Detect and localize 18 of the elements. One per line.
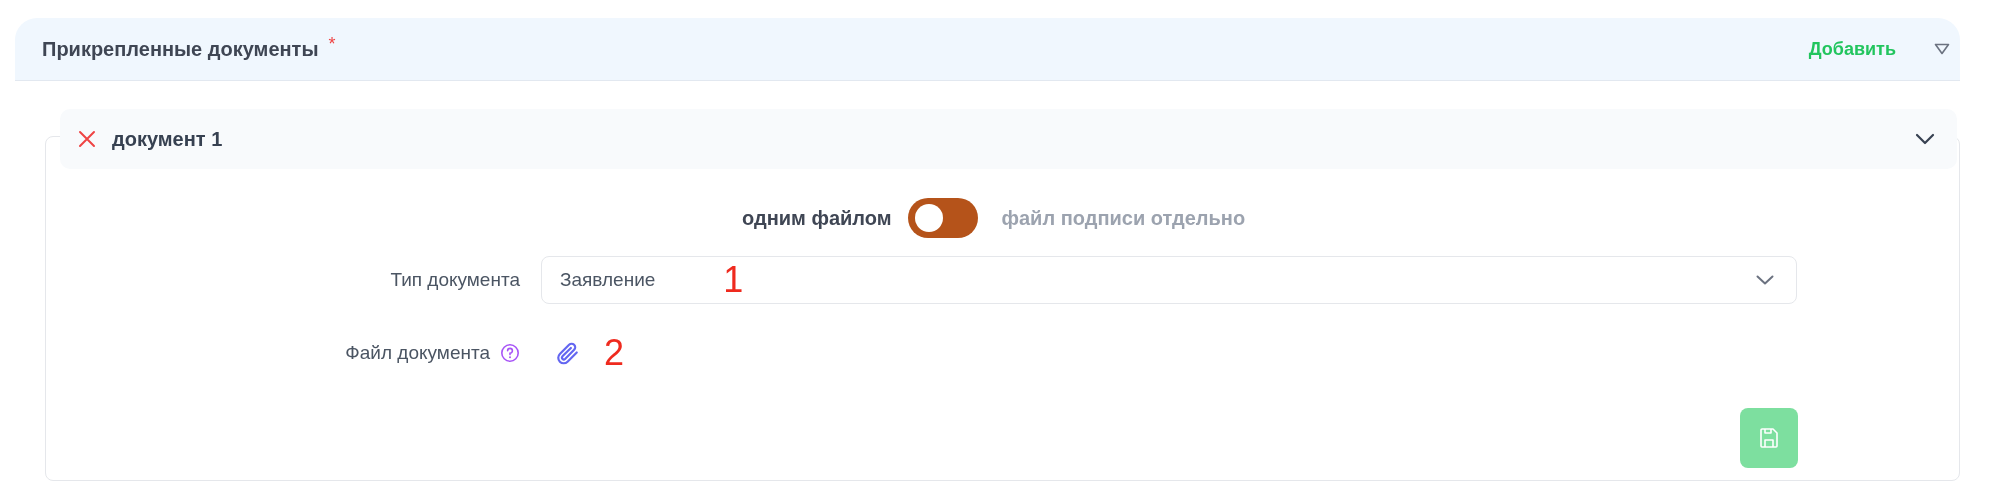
- help-icon[interactable]: [500, 343, 520, 363]
- paperclip-icon[interactable]: [554, 340, 580, 366]
- collapse-icon[interactable]: [1934, 43, 1950, 55]
- toggle-label: одним файлом: [742, 206, 892, 230]
- annotation-number: 1: [723, 259, 744, 301]
- toggle-label: файл подписи отдельно: [1001, 206, 1246, 230]
- chevron-down-icon[interactable]: [1915, 133, 1935, 145]
- section-title: Прикрепленные документы: [42, 37, 319, 61]
- mode-switch[interactable]: [908, 198, 979, 238]
- document-type-select[interactable]: Заявление 1: [541, 256, 1797, 304]
- required-mark: *: [328, 33, 336, 55]
- chevron-down-icon: [1756, 275, 1774, 285]
- field-label: Файл документа: [345, 342, 490, 364]
- document-title: документ 1: [112, 127, 223, 151]
- close-icon[interactable]: [78, 130, 96, 148]
- save-icon: [1759, 427, 1779, 449]
- annotation-number: 2: [604, 332, 625, 374]
- field-label: Тип документа: [390, 269, 520, 291]
